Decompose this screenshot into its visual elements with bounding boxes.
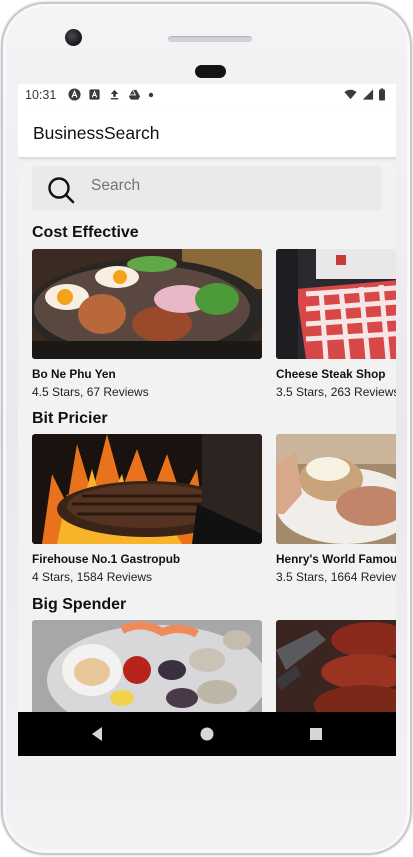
business-photo xyxy=(32,434,262,544)
earpiece-speaker xyxy=(168,36,252,42)
upload-icon xyxy=(110,89,119,100)
section-title-cost-effective: Cost Effective xyxy=(32,224,139,241)
business-rating: 3.5 Stars, 263 Reviews xyxy=(276,385,396,399)
business-photo xyxy=(32,249,262,359)
back-icon[interactable] xyxy=(88,725,106,743)
front-camera xyxy=(65,29,82,46)
business-card[interactable]: Cheese Steak Shop 3.5 Stars, 263 Reviews xyxy=(276,249,396,399)
app-bar: BusinessSearch xyxy=(18,106,396,157)
wifi-icon xyxy=(344,89,357,100)
search-input[interactable] xyxy=(91,177,361,195)
business-card[interactable]: Bo Ne Phu Yen 4.5 Stars, 67 Reviews xyxy=(32,249,262,399)
business-name: Henry's World Famous xyxy=(276,552,396,566)
business-card[interactable]: Henry's World Famous 3.5 Stars, 1664 Rev… xyxy=(276,434,396,584)
business-row-cost-effective: Bo Ne Phu Yen 4.5 Stars, 67 Reviews Chee… xyxy=(32,249,396,409)
signal-icon xyxy=(362,89,374,100)
section-title-big-spender: Big Spender xyxy=(32,596,127,613)
business-card[interactable]: Firehouse No.1 Gastropub 4 Stars, 1584 R… xyxy=(32,434,262,584)
notification-icons xyxy=(68,88,154,101)
system-icons xyxy=(344,88,386,101)
search-bar[interactable] xyxy=(32,166,382,211)
dot-icon xyxy=(148,92,154,97)
status-bar: 10:31 xyxy=(18,84,396,106)
a-circle-icon xyxy=(68,88,81,101)
proximity-sensor xyxy=(195,65,226,78)
status-time: 10:31 xyxy=(25,88,57,102)
section-title-bit-pricier: Bit Pricier xyxy=(32,410,108,427)
battery-icon xyxy=(379,88,385,101)
business-rating: 3.5 Stars, 1664 Reviews xyxy=(276,570,396,584)
drive-icon xyxy=(128,89,141,100)
recents-icon[interactable] xyxy=(307,725,325,743)
business-row-bit-pricier: Firehouse No.1 Gastropub 4 Stars, 1584 R… xyxy=(32,434,396,594)
business-name: Cheese Steak Shop xyxy=(276,367,386,381)
a-square-icon xyxy=(89,89,100,100)
business-photo xyxy=(276,249,396,359)
business-name: Firehouse No.1 Gastropub xyxy=(32,552,181,566)
business-photo xyxy=(276,434,396,544)
screen: 10:31 BusinessSearch Cost Effective xyxy=(18,84,396,756)
business-name: Bo Ne Phu Yen xyxy=(32,367,116,381)
navigation-bar xyxy=(18,712,396,756)
business-rating: 4 Stars, 1584 Reviews xyxy=(32,570,153,584)
search-icon xyxy=(48,177,75,204)
home-icon[interactable] xyxy=(198,725,216,743)
business-rating: 4.5 Stars, 67 Reviews xyxy=(32,385,149,399)
app-title: BusinessSearch xyxy=(33,123,160,143)
